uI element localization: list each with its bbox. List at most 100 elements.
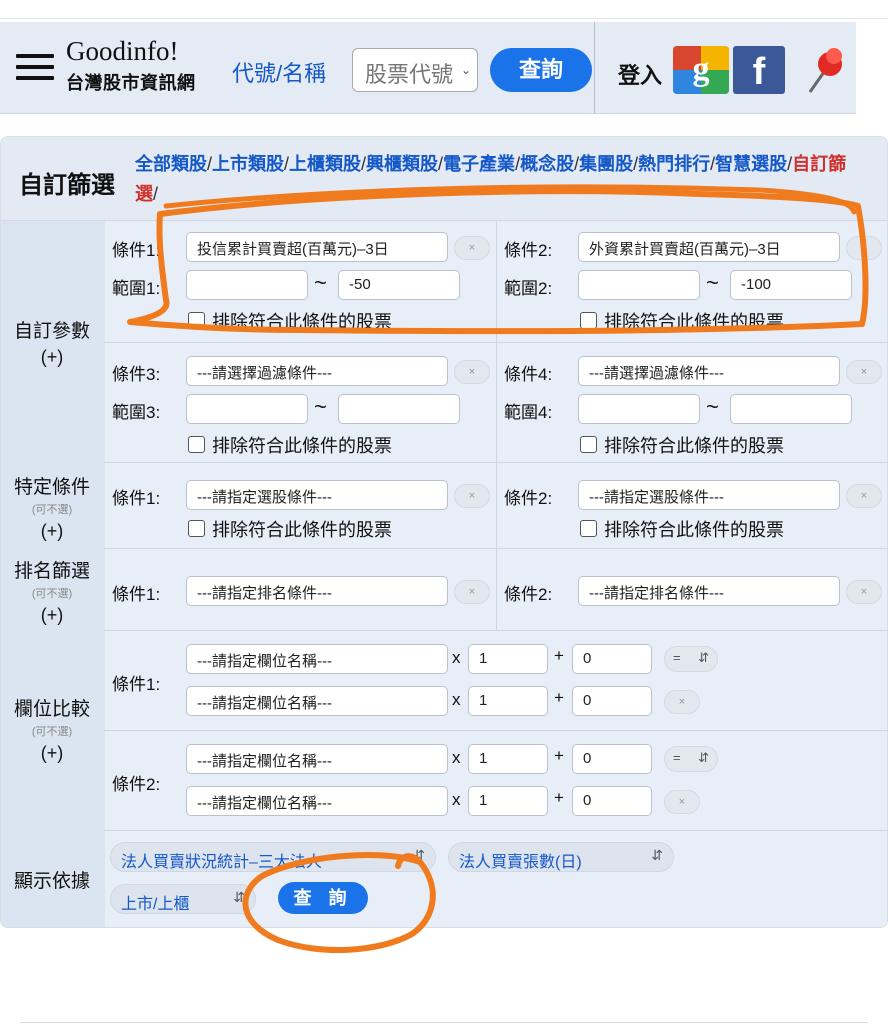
category-link[interactable]: 熱門排行 <box>638 154 710 174</box>
category-link[interactable]: 集團股 <box>579 154 633 174</box>
times-sign: x <box>452 690 461 709</box>
cond2-label: 條件2: <box>504 241 553 260</box>
header-divider <box>594 22 595 114</box>
specific-conditions-label[interactable]: 特定條件 (可不選) (+) <box>0 472 104 542</box>
specific-cond2-clear-button[interactable]: × <box>846 484 882 508</box>
row-divider <box>104 630 888 631</box>
specific-cond1-exclude-label[interactable]: 排除符合此條件的股票 <box>212 516 392 542</box>
hamburger-menu-icon[interactable] <box>16 54 54 82</box>
cond4-select[interactable]: ---請選擇過濾條件--- <box>578 356 840 386</box>
login-label[interactable]: 登入 <box>618 58 662 90</box>
panel-title: 自訂篩選 <box>19 172 115 199</box>
site-logo[interactable]: Goodinfo! 台灣股市資訊網 <box>66 36 196 95</box>
range4-max-input[interactable] <box>730 394 852 424</box>
specific-cond2-exclude-checkbox[interactable] <box>580 520 597 537</box>
cond3-label: 條件3: <box>112 365 161 384</box>
range4-min-input[interactable] <box>578 394 700 424</box>
cond4-exclude-checkbox[interactable] <box>580 436 597 453</box>
cond3-select[interactable]: ---請選擇過濾條件--- <box>186 356 448 386</box>
cond3-clear-button[interactable]: × <box>454 360 490 384</box>
compare1-mult-b-input[interactable]: 1 <box>468 686 548 716</box>
row-divider <box>104 830 888 831</box>
cond3-exclude-checkbox[interactable] <box>188 436 205 453</box>
compare2-clear-button[interactable]: × <box>664 790 700 814</box>
cond2-clear-button[interactable]: × <box>846 236 882 260</box>
display-detail-select[interactable]: 法人買賣張數(日) ⇵ <box>448 842 674 872</box>
header-query-button[interactable]: 查詢 <box>490 48 592 92</box>
range2-min-input[interactable] <box>578 270 700 300</box>
category-link[interactable]: 電子產業 <box>443 154 515 174</box>
bottom-divider <box>20 1022 868 1023</box>
compare1-field-a-select[interactable]: ---請指定欄位名稱--- <box>186 644 448 674</box>
compare2-add-a-input[interactable]: 0 <box>572 744 652 774</box>
market-select[interactable]: 上市/上櫃 ⇵ <box>110 884 256 914</box>
cond1-select[interactable]: 投信累計買賣超(百萬元)–3日 <box>186 232 448 262</box>
row-divider <box>104 730 888 731</box>
compare2-field-a-select[interactable]: ---請指定欄位名稱--- <box>186 744 448 774</box>
compare1-mult-a-input[interactable]: 1 <box>468 644 548 674</box>
cond1-exclude-label[interactable]: 排除符合此條件的股票 <box>212 308 392 334</box>
cond1-exclude-checkbox[interactable] <box>188 312 205 329</box>
category-link[interactable]: 全部類股 <box>135 154 207 174</box>
plus-sign: + <box>554 788 564 807</box>
compare1-field-b-select[interactable]: ---請指定欄位名稱--- <box>186 686 448 716</box>
stock-code-select[interactable]: 股票代號 ⌄ <box>352 48 478 92</box>
panel-header: 自訂篩選 全部類股/上市類股/上櫃類股/興櫃類股/電子產業/概念股/集團股/熱門… <box>1 137 887 221</box>
cond4-clear-button[interactable]: × <box>846 360 882 384</box>
compare2-operator-select[interactable]: = ⇵ <box>664 746 718 772</box>
compare1-operator-select[interactable]: = ⇵ <box>664 646 718 672</box>
compare1-add-a-input[interactable]: 0 <box>572 644 652 674</box>
chevron-updown-icon: ⇵ <box>233 889 245 905</box>
cond2-select[interactable]: 外資累計買賣超(百萬元)–3日 <box>578 232 840 262</box>
rank-cond1-select[interactable]: ---請指定排名條件--- <box>186 576 448 606</box>
cond2-exclude-checkbox[interactable] <box>580 312 597 329</box>
specific-cond1-label: 條件1: <box>112 489 161 508</box>
category-link[interactable]: 概念股 <box>520 154 574 174</box>
rank-filter-label[interactable]: 排名篩選 (可不選) (+) <box>0 556 104 626</box>
specific-cond1-select[interactable]: ---請指定選股條件--- <box>186 480 448 510</box>
compare2-add-b-input[interactable]: 0 <box>572 786 652 816</box>
cond2-exclude-label[interactable]: 排除符合此條件的股票 <box>604 308 784 334</box>
custom-params-label[interactable]: 自訂參數 (+) <box>0 316 104 368</box>
rank-cond2-clear-button[interactable]: × <box>846 580 882 604</box>
range1-max-input[interactable]: -50 <box>338 270 460 300</box>
specific-cond2-exclude-label[interactable]: 排除符合此條件的股票 <box>604 516 784 542</box>
cond3-exclude-label[interactable]: 排除符合此條件的股票 <box>212 432 392 458</box>
plus-sign: + <box>554 746 564 765</box>
plus-sign: + <box>554 688 564 707</box>
facebook-login-icon[interactable]: f <box>733 46 785 94</box>
category-link[interactable]: 上市類股 <box>212 154 284 174</box>
category-link[interactable]: 興櫃類股 <box>366 154 438 174</box>
range2-max-input[interactable]: -100 <box>730 270 852 300</box>
compare2-field-b-select[interactable]: ---請指定欄位名稱--- <box>186 786 448 816</box>
category-link[interactable]: 智慧選股 <box>715 154 787 174</box>
range3-min-input[interactable] <box>186 394 308 424</box>
specific-cond1-clear-button[interactable]: × <box>454 484 490 508</box>
compare2-mult-b-input[interactable]: 1 <box>468 786 548 816</box>
range1-label: 範圍1: <box>112 279 161 298</box>
specific-cond2-select[interactable]: ---請指定選股條件--- <box>578 480 840 510</box>
rank-cond1-clear-button[interactable]: × <box>454 580 490 604</box>
compare2-mult-a-input[interactable]: 1 <box>468 744 548 774</box>
display-sheet-select[interactable]: 法人買賣狀況統計–三大法人 ⇵ <box>110 842 436 872</box>
range3-max-input[interactable] <box>338 394 460 424</box>
rank-cond2-label: 條件2: <box>504 585 553 604</box>
google-login-icon[interactable]: g <box>673 46 729 94</box>
filter-query-button[interactable]: 查 詢 <box>278 882 368 914</box>
field-compare-label[interactable]: 欄位比較 (可不選) (+) <box>0 694 104 764</box>
compare1-clear-button[interactable]: × <box>664 690 700 714</box>
chevron-updown-icon: ⇵ <box>698 650 709 665</box>
range1-min-input[interactable] <box>186 270 308 300</box>
category-link[interactable]: 上櫃類股 <box>289 154 361 174</box>
site-header: Goodinfo! 台灣股市資訊網 代號/名稱 股票代號 ⌄ 查詢 登入 g f <box>0 22 856 114</box>
range-tilde: ~ <box>706 394 719 419</box>
rank-cond2-select[interactable]: ---請指定排名條件--- <box>578 576 840 606</box>
compare1-add-b-input[interactable]: 0 <box>572 686 652 716</box>
range4-label: 範圍4: <box>504 403 553 422</box>
specific-cond1-exclude-checkbox[interactable] <box>188 520 205 537</box>
cond4-exclude-label[interactable]: 排除符合此條件的股票 <box>604 432 784 458</box>
cond1-clear-button[interactable]: × <box>454 236 490 260</box>
pushpin-icon[interactable] <box>800 42 848 98</box>
range3-label: 範圍3: <box>112 403 161 422</box>
range-tilde: ~ <box>314 394 327 419</box>
